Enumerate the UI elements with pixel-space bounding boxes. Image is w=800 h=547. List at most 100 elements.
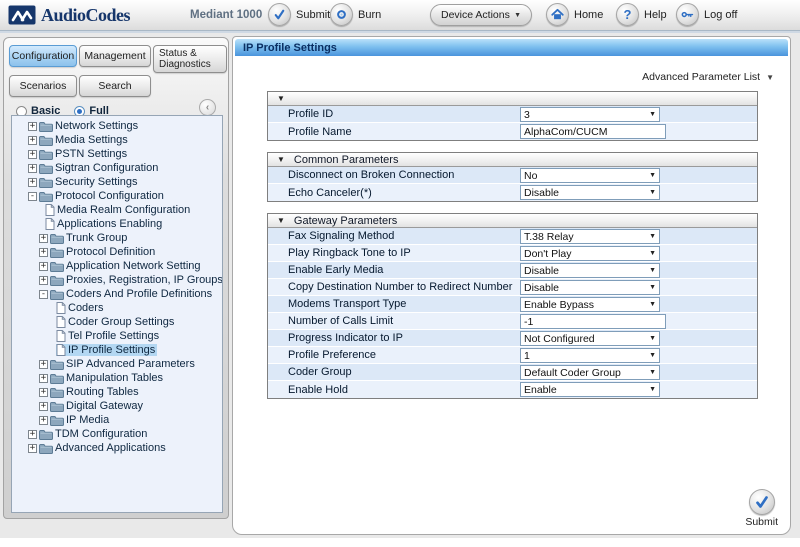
section-table: ▼Gateway ParametersFax Signaling MethodT…	[267, 213, 758, 399]
burn-button[interactable]: Burn	[330, 3, 381, 26]
tab-status-diagnostics[interactable]: Status & Diagnostics	[153, 45, 227, 73]
chevron-down-icon: ▼	[646, 386, 656, 393]
tree-item[interactable]: +SIP Advanced Parameters	[12, 357, 222, 371]
param-input[interactable]	[520, 124, 666, 139]
submit-button[interactable]: Submit	[745, 489, 778, 528]
tree-item-highlight: Trunk Group	[50, 232, 129, 244]
logoff-button[interactable]: Log off	[676, 3, 737, 26]
tree-item-highlight: Coders And Profile Definitions	[50, 288, 214, 300]
expand-plus-icon[interactable]: +	[39, 360, 48, 369]
expand-plus-icon[interactable]: +	[28, 136, 37, 145]
document-icon	[56, 344, 66, 356]
expand-plus-icon[interactable]: +	[39, 262, 48, 271]
tree-item[interactable]: +Network Settings	[12, 119, 222, 133]
param-select[interactable]: Disable▼	[520, 280, 660, 295]
folder-icon	[39, 177, 53, 188]
folder-icon	[50, 415, 64, 426]
tree-item[interactable]: +Routing Tables	[12, 385, 222, 399]
expand-plus-icon[interactable]: +	[39, 416, 48, 425]
tree-item[interactable]: + Trunk Group	[12, 231, 222, 245]
help-button[interactable]: ? Help	[616, 3, 667, 26]
tree-item[interactable]: +Advanced Applications	[12, 441, 222, 455]
audiocodes-logo: AudioCodes	[8, 4, 130, 26]
tree-item-label: Protocol Definition	[66, 246, 155, 258]
tree-item-label: Trunk Group	[66, 232, 127, 244]
folder-icon	[50, 373, 64, 384]
tree-item[interactable]: Coder Group Settings	[12, 315, 222, 329]
param-select[interactable]: 1▼	[520, 348, 660, 363]
tree-item[interactable]: -Coders And Profile Definitions	[12, 287, 222, 301]
tab-scenarios[interactable]: Scenarios	[9, 75, 77, 97]
tree-item[interactable]: IP Profile Settings	[12, 343, 222, 357]
folder-icon	[39, 149, 53, 160]
param-select[interactable]: 3▼	[520, 107, 660, 122]
expand-plus-icon[interactable]: +	[39, 402, 48, 411]
sidebar-tabs-row2: Scenarios Search	[9, 75, 151, 97]
top-banner: AudioCodes Mediant 1000 Submit Burn Devi…	[0, 0, 800, 31]
tree-item[interactable]: +Manipulation Tables	[12, 371, 222, 385]
tree-item[interactable]: +Security Settings	[12, 175, 222, 189]
sidebar-collapse-button[interactable]: ‹	[199, 99, 216, 116]
document-icon	[45, 218, 55, 230]
expand-plus-icon[interactable]: +	[39, 374, 48, 383]
expand-plus-icon[interactable]: +	[39, 388, 48, 397]
help-icon: ?	[616, 3, 639, 26]
expand-plus-icon[interactable]: +	[28, 430, 37, 439]
tree-item[interactable]: Tel Profile Settings	[12, 329, 222, 343]
tree-item-label: Protocol Configuration	[55, 190, 164, 202]
tab-management[interactable]: Management	[79, 45, 151, 67]
param-control: Default Coder Group▼	[520, 364, 660, 381]
tab-search[interactable]: Search	[79, 75, 151, 97]
collapse-minus-icon[interactable]: -	[28, 192, 37, 201]
param-control: Enable▼	[520, 381, 660, 398]
tree-item[interactable]: + Protocol Definition	[12, 245, 222, 259]
tree-item[interactable]: +TDM Configuration	[12, 427, 222, 441]
advanced-parameter-list-toggle[interactable]: Advanced Parameter List ▼	[642, 71, 774, 83]
param-select-value: Disable	[524, 265, 559, 277]
collapse-minus-icon[interactable]: -	[39, 290, 48, 299]
home-button[interactable]: Home	[546, 3, 603, 26]
param-select[interactable]: Enable▼	[520, 382, 660, 397]
expand-plus-icon[interactable]: +	[39, 234, 48, 243]
param-select[interactable]: Disable▼	[520, 263, 660, 278]
tree-item[interactable]: +Application Network Setting	[12, 259, 222, 273]
param-select[interactable]: Not Configured▼	[520, 331, 660, 346]
param-control	[520, 123, 666, 140]
tree-item[interactable]: Applications Enabling	[12, 217, 222, 231]
param-select[interactable]: T.38 Relay▼	[520, 229, 660, 244]
param-control: Disable▼	[520, 262, 660, 279]
tree-item[interactable]: +Proxies, Registration, IP Groups	[12, 273, 222, 287]
tree-item[interactable]: +Media Settings	[12, 133, 222, 147]
expand-plus-icon[interactable]: +	[28, 122, 37, 131]
tree-item[interactable]: +PSTN Settings	[12, 147, 222, 161]
audiocodes-logo-icon	[8, 4, 38, 26]
section-header[interactable]: ▼Common Parameters	[268, 153, 757, 167]
param-label: Profile Name	[268, 126, 352, 138]
section-header[interactable]: ▼Gateway Parameters	[268, 214, 757, 228]
expand-plus-icon[interactable]: +	[28, 178, 37, 187]
expand-plus-icon[interactable]: +	[28, 164, 37, 173]
tree-item-highlight: Routing Tables	[50, 386, 141, 398]
tree-item[interactable]: Coders	[12, 301, 222, 315]
submit-top-button[interactable]: Submit	[268, 3, 330, 26]
param-select[interactable]: Enable Bypass▼	[520, 297, 660, 312]
document-icon	[56, 316, 66, 328]
device-actions-dropdown[interactable]: Device Actions ▼	[430, 4, 532, 26]
param-input[interactable]	[520, 314, 666, 329]
chevron-down-icon: ▼	[646, 233, 656, 240]
tree-item[interactable]: +IP Media	[12, 413, 222, 427]
param-select[interactable]: Don't Play▼	[520, 246, 660, 261]
tab-configuration[interactable]: Configuration	[9, 45, 77, 67]
param-select[interactable]: Default Coder Group▼	[520, 365, 660, 380]
param-select[interactable]: No▼	[520, 168, 660, 183]
tree-item[interactable]: +Digital Gateway	[12, 399, 222, 413]
param-select[interactable]: Disable▼	[520, 185, 660, 200]
section-header[interactable]: ▼	[268, 92, 757, 106]
expand-plus-icon[interactable]: +	[28, 150, 37, 159]
expand-plus-icon[interactable]: +	[39, 248, 48, 257]
tree-item[interactable]: Media Realm Configuration	[12, 203, 222, 217]
tree-item[interactable]: - Protocol Configuration	[12, 189, 222, 203]
expand-plus-icon[interactable]: +	[28, 444, 37, 453]
tree-item[interactable]: +Sigtran Configuration	[12, 161, 222, 175]
expand-plus-icon[interactable]: +	[39, 276, 48, 285]
